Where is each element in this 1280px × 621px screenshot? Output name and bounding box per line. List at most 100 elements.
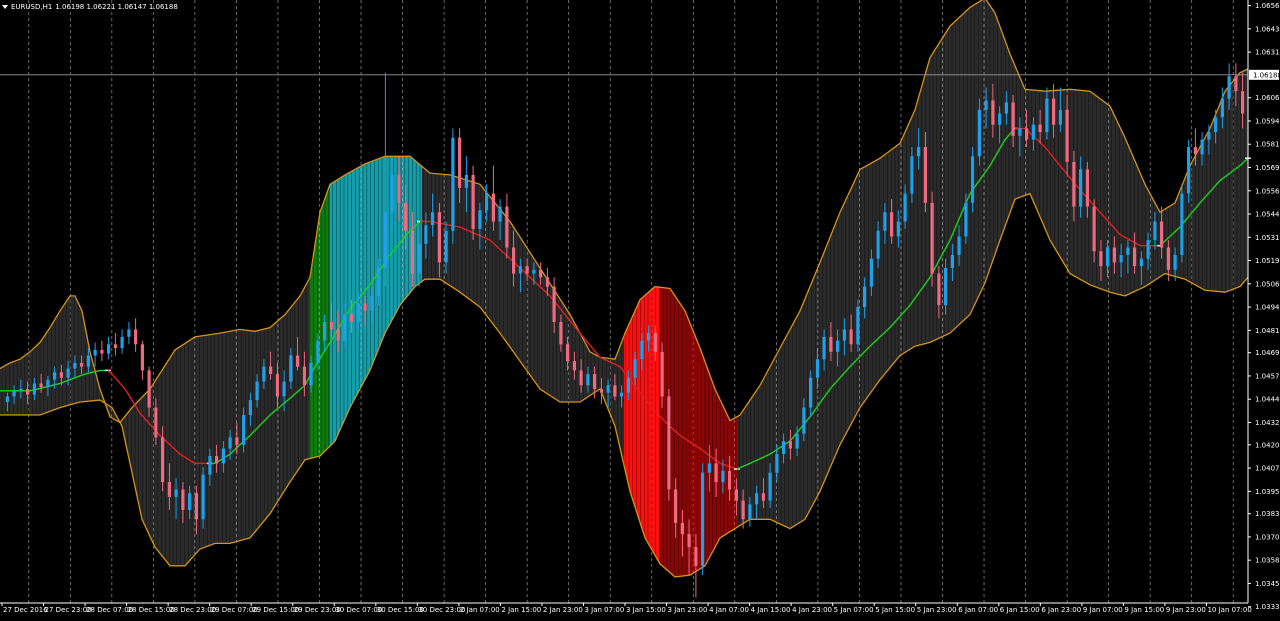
bull-candle [795,433,799,449]
bull-candle [971,156,975,203]
bull-candle [289,355,293,382]
bull-candle [917,147,921,157]
bull-candle [964,202,968,237]
bear-candle [741,500,745,520]
bull-candle [1079,169,1083,207]
y-tick-label: 1.06560 [1255,2,1280,10]
bear-candle [296,355,300,367]
bull-candle [903,193,907,222]
bull-candle [73,362,77,369]
bull-candle [107,344,111,354]
bull-candle [1180,193,1184,255]
bear-candle [1065,109,1069,162]
y-tick-label: 1.06065 [1255,94,1280,102]
bear-candle [559,322,563,345]
bear-candle [1025,128,1029,140]
bull-candle [633,359,637,378]
bull-candle [444,230,448,263]
bull-candle [1187,147,1191,194]
bear-candle [1160,221,1164,248]
bull-candle [201,474,205,520]
x-tick-label: 27 Dec 23:00 [45,606,92,614]
band-hatch [1,0,1245,577]
bear-candle [572,361,576,371]
bear-candle [26,389,30,395]
bear-candle [674,489,678,523]
bear-candle [113,344,117,348]
bear-candle [545,277,549,287]
bear-candle [539,269,543,278]
bull-candle [532,269,536,274]
bull-candle [370,295,374,311]
x-tick-label: 4 Jan 07:00 [709,606,749,614]
bear-candle [1166,247,1170,270]
x-tick-label: 28 Dec 15:00 [128,606,175,614]
dropdown-triangle-icon[interactable] [2,5,8,9]
bull-candle [1045,98,1049,133]
x-tick-label: 5 Jan 07:00 [834,606,874,614]
bear-candle [302,366,306,386]
bull-candle [262,366,266,382]
bear-candle [599,389,603,393]
bear-candle [714,463,718,482]
bull-candle [32,383,36,395]
bull-candle [856,307,860,345]
bear-candle [194,493,198,520]
bull-candle [701,472,705,566]
chart[interactable]: 1.06560 1.06435 1.06310 1.06188 1.06065 1.059… [0,0,1280,617]
bull-candle [957,236,961,255]
chart-header: EURUSD,H1 1.06198 1.06221 1.06147 1.0618… [2,1,178,13]
bull-candle [721,470,725,483]
bear-candle [471,174,475,229]
bull-candle [815,359,819,378]
chart-canvas[interactable]: 1.06560 1.06435 1.06310 1.06188 1.06065 1.059… [0,0,1280,617]
bull-candle [12,390,16,397]
bull-candle [309,362,313,386]
highlight-zones [309,156,737,577]
x-tick-label: 3 Jan 15:00 [626,606,666,614]
bear-candle [100,349,104,354]
zone-darkred [660,287,737,577]
bull-candle [86,355,90,367]
x-tick-label: 2 Jan 15:00 [501,606,541,614]
x-tick-label: 10 Jan 07:00 [1207,606,1251,614]
bull-candle [323,322,327,341]
y-tick-label: 1.04075 [1255,465,1280,473]
bull-candle [242,415,246,445]
y-tick-label: 1.03455 [1255,580,1280,588]
bull-candle [93,349,97,356]
bear-candle [1052,98,1056,125]
bull-candle [707,463,711,473]
bear-candle [134,329,138,345]
bull-candle [802,407,806,434]
bear-candle [728,470,732,490]
bull-candle [836,340,840,352]
bull-candle [586,374,590,386]
bull-candle [188,493,192,510]
bear-candle [930,202,934,274]
bull-candle [782,441,786,455]
bull-candle [174,489,178,497]
bear-candle [1241,91,1245,114]
bull-candle [1004,102,1008,114]
bull-candle [498,206,502,222]
bear-candle [1085,169,1089,207]
bear-candle [59,372,63,378]
bear-candle [937,273,941,306]
bull-candle [842,329,846,341]
x-tick-label: 6 Jan 23:00 [1041,606,1081,614]
bull-candle [647,333,651,341]
bear-candle [161,437,165,483]
x-tick-label: 29 Dec 07:00 [211,606,258,614]
bull-candle [1220,98,1224,118]
x-tick-label: 2 Jan 07:00 [460,606,500,614]
bear-candle [890,212,894,237]
bear-candle [653,333,657,352]
y-tick-label: 1.04695 [1255,349,1280,357]
y-tick-label: 1.05315 [1255,234,1280,242]
bear-candle [734,489,738,501]
bull-candle [1153,221,1157,241]
bull-candle [390,174,394,213]
x-tick-label: 5 Jan 23:00 [917,606,957,614]
bull-candle [1106,247,1110,267]
